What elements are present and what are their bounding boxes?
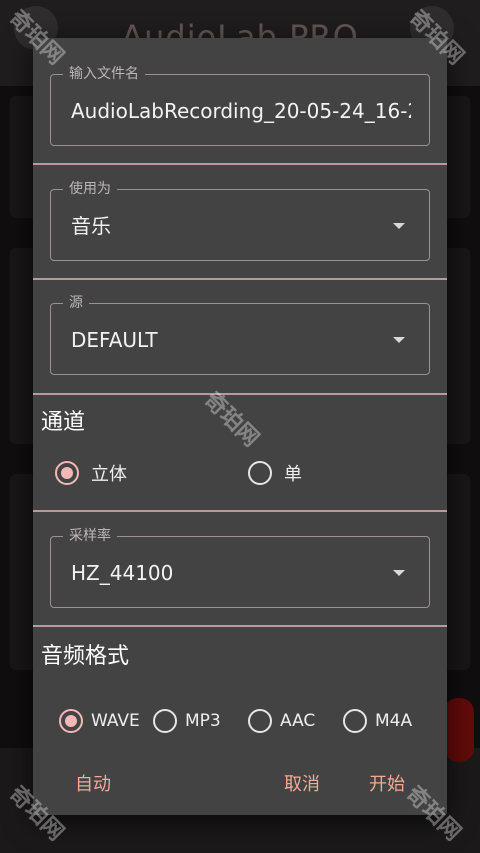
divider <box>33 278 447 280</box>
radio-checked-icon <box>59 709 83 733</box>
radio-unchecked-icon <box>248 709 272 733</box>
format-m4a-radio[interactable]: M4A <box>343 709 412 733</box>
source-label: 源 <box>63 294 89 312</box>
divider <box>33 625 447 627</box>
sample-rate-value: HZ_44100 <box>71 561 174 585</box>
use-as-value: 音乐 <box>71 214 111 238</box>
channel-mono-label: 单 <box>284 464 302 485</box>
channel-stereo-label: 立体 <box>91 464 127 485</box>
radio-checked-icon <box>55 461 79 485</box>
filename-input[interactable]: AudioLabRecording_20-05-24_16-28 <box>71 97 411 125</box>
channel-title: 通道 <box>41 410 86 435</box>
auto-button[interactable]: 自动 <box>69 766 117 800</box>
radio-unchecked-icon <box>248 461 272 485</box>
filename-label: 输入文件名 <box>63 65 145 83</box>
format-aac-radio[interactable]: AAC <box>248 709 315 733</box>
cancel-button[interactable]: 取消 <box>278 766 326 800</box>
divider <box>33 163 447 165</box>
dropdown-arrow-icon[interactable] <box>393 337 405 343</box>
format-mp3-label: MP3 <box>185 711 221 731</box>
format-aac-label: AAC <box>280 711 316 731</box>
format-m4a-label: M4A <box>375 711 413 731</box>
audio-format-title: 音频格式 <box>41 644 130 669</box>
radio-unchecked-icon <box>343 709 367 733</box>
source-select[interactable]: 源 DEFAULT <box>50 294 430 375</box>
format-wave-radio[interactable]: WAVE <box>59 709 140 733</box>
divider <box>33 393 447 395</box>
format-wave-label: WAVE <box>91 711 140 731</box>
format-mp3-radio[interactable]: MP3 <box>153 709 221 733</box>
radio-unchecked-icon <box>153 709 177 733</box>
sample-rate-select[interactable]: 采样率 HZ_44100 <box>50 527 430 608</box>
source-value: DEFAULT <box>71 328 158 352</box>
channel-stereo-radio[interactable]: 立体 <box>55 460 127 486</box>
use-as-select[interactable]: 使用为 音乐 <box>50 180 430 261</box>
filename-field[interactable]: 输入文件名 AudioLabRecording_20-05-24_16-28 <box>50 65 430 146</box>
dropdown-arrow-icon[interactable] <box>393 223 405 229</box>
dropdown-arrow-icon[interactable] <box>393 570 405 576</box>
use-as-label: 使用为 <box>63 180 117 198</box>
channel-mono-radio[interactable]: 单 <box>248 460 302 486</box>
sample-rate-label: 采样率 <box>63 527 117 545</box>
divider <box>33 510 447 512</box>
